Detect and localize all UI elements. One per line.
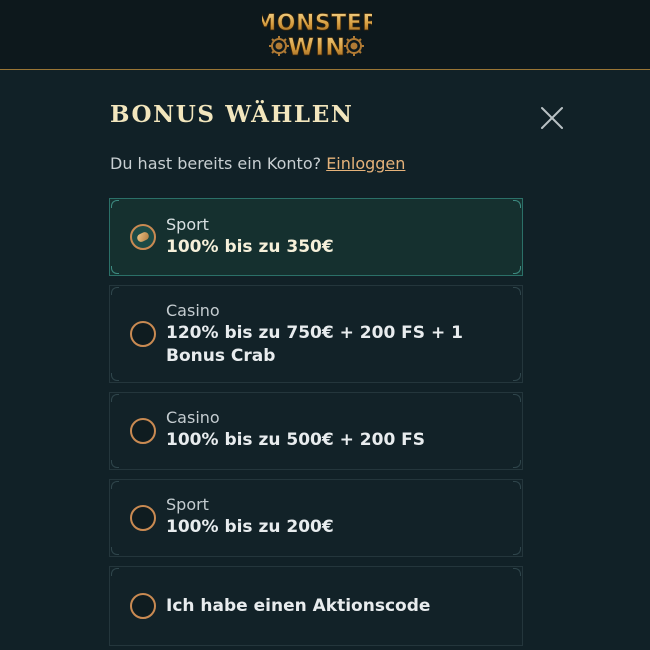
login-prompt: Du hast bereits ein Konto? Einloggen	[110, 154, 405, 173]
option-text: Sport 100% bis zu 200€	[166, 494, 502, 539]
option-title: 100% bis zu 350€	[166, 237, 334, 257]
radio-icon[interactable]	[130, 593, 156, 619]
bonus-option-casino-750[interactable]: Casino 120% bis zu 750€ + 200 FS + 1 Bon…	[109, 285, 523, 383]
radio-icon[interactable]	[130, 418, 156, 444]
frame-corner	[513, 287, 521, 295]
frame-corner	[111, 200, 119, 208]
close-button[interactable]	[540, 106, 564, 130]
option-category: Casino	[166, 301, 220, 320]
logo-text-bottom: WIN	[288, 33, 347, 61]
frame-corner	[513, 460, 521, 468]
option-text: Casino 120% bis zu 750€ + 200 FS + 1 Bon…	[166, 300, 502, 368]
radio-icon[interactable]	[130, 224, 156, 250]
frame-corner	[513, 547, 521, 555]
radio-icon[interactable]	[130, 505, 156, 531]
frame-corner	[513, 394, 521, 402]
frame-corner	[111, 568, 119, 576]
bonus-option-casino-500[interactable]: Casino 100% bis zu 500€ + 200 FS	[109, 392, 523, 470]
bonus-option-promo-code[interactable]: Ich habe einen Aktionscode	[109, 566, 523, 646]
frame-corner	[513, 373, 521, 381]
frame-corner	[513, 200, 521, 208]
bonus-option-sport-200[interactable]: Sport 100% bis zu 200€	[109, 479, 523, 557]
frame-corner	[513, 481, 521, 489]
option-title: 100% bis zu 500€ + 200 FS	[166, 430, 426, 450]
frame-corner	[111, 394, 119, 402]
option-title: 120% bis zu 750€ + 200 FS + 1 Bonus Crab	[166, 323, 463, 366]
frame-corner	[111, 481, 119, 489]
option-category: Casino	[166, 408, 220, 427]
radio-selected-dot	[135, 230, 151, 244]
modal-title: BONUS WÄHLEN	[110, 101, 354, 128]
close-icon	[541, 107, 563, 129]
top-bar: MONSTER WIN	[0, 0, 650, 70]
gear-icon	[269, 36, 289, 56]
login-prompt-text: Du hast bereits ein Konto?	[110, 154, 322, 173]
option-text: Ich habe einen Aktionscode	[166, 595, 502, 618]
option-category: Sport	[166, 215, 209, 234]
option-text: Casino 100% bis zu 500€ + 200 FS	[166, 407, 502, 452]
option-title: Ich habe einen Aktionscode	[166, 596, 431, 616]
frame-corner	[111, 547, 119, 555]
frame-corner	[513, 568, 521, 576]
page: MONSTER WIN BONUS WÄHLEN Du hast bereits…	[0, 0, 650, 650]
option-title: 100% bis zu 200€	[166, 517, 334, 537]
frame-corner	[111, 373, 119, 381]
radio-icon[interactable]	[130, 321, 156, 347]
frame-corner	[111, 266, 119, 274]
option-text: Sport 100% bis zu 350€	[166, 214, 502, 259]
frame-corner	[111, 287, 119, 295]
option-category: Sport	[166, 495, 209, 514]
bonus-option-sport-350[interactable]: Sport 100% bis zu 350€	[109, 198, 523, 276]
monster-win-logo[interactable]: MONSTER WIN	[262, 6, 372, 62]
frame-corner	[513, 266, 521, 274]
login-link[interactable]: Einloggen	[326, 154, 405, 173]
frame-corner	[111, 460, 119, 468]
